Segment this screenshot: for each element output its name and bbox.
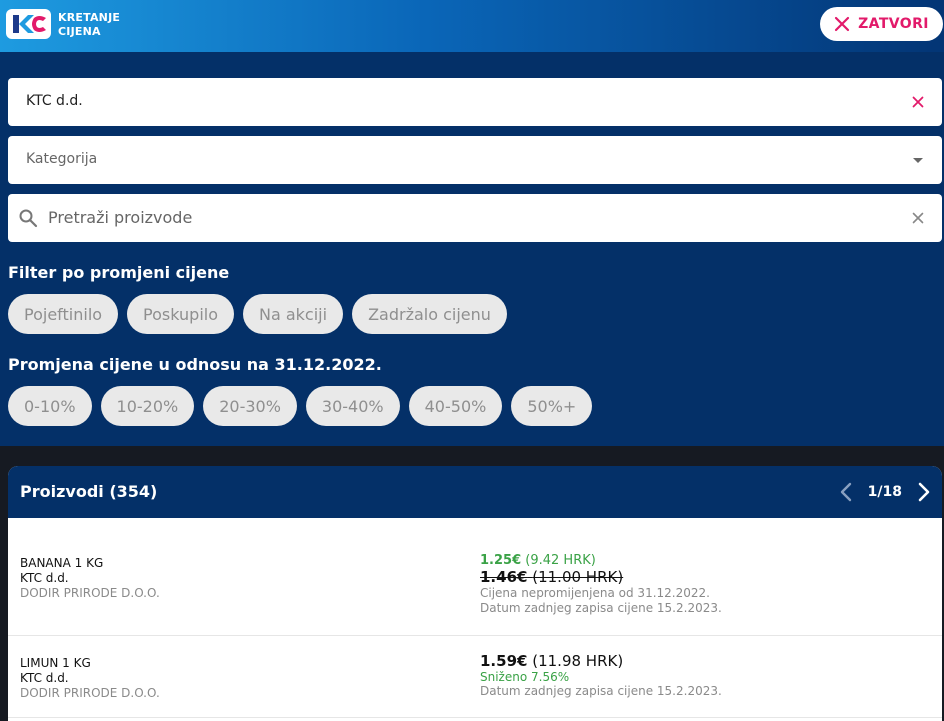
current-price-eur: 1.59€ <box>480 652 528 670</box>
chip-kept-price[interactable]: Zadržalo cijenu <box>352 294 507 334</box>
chip-more-expensive[interactable]: Poskupilo <box>127 294 234 334</box>
top-bar: KRETANJE CIJENA ZATVORI <box>0 0 944 52</box>
products-title: Proizvodi (354) <box>20 482 158 501</box>
category-placeholder: Kategorija <box>26 151 98 167</box>
store-value: KTC d.d. <box>26 93 83 109</box>
discount-badge: Sniženo 7.56% <box>480 670 570 684</box>
pagination: 1/18 <box>836 480 934 504</box>
close-icon <box>835 16 850 32</box>
chip-on-sale[interactable]: Na akciji <box>243 294 344 334</box>
clear-search-icon[interactable] <box>910 210 926 226</box>
store-select[interactable]: KTC d.d. <box>8 78 942 126</box>
chevron-down-icon <box>913 158 923 163</box>
current-price-eur: 1.25€ <box>480 553 522 568</box>
price-change-chips: Pojeftinilo Poskupilo Na akciji Zadržalo… <box>8 294 507 334</box>
price-note: Cijena nepromijenjena od 31.12.2022. <box>480 586 710 600</box>
close-button-label: ZATVORI <box>858 16 929 32</box>
category-select[interactable]: Kategorija <box>8 136 942 184</box>
product-name: LIMUN 1 KG <box>20 656 91 670</box>
chip-range-50-plus[interactable]: 50%+ <box>511 386 593 426</box>
product-supplier: DODIR PRIRODE D.O.O. <box>20 686 160 700</box>
product-price-block: 1.59€ (11.98 HRK) Sniženo 7.56% Datum za… <box>480 652 722 699</box>
product-supplier: DODIR PRIRODE D.O.O. <box>20 586 160 600</box>
chevron-left-icon[interactable] <box>836 480 856 504</box>
products-header: Proizvodi (354) 1/18 <box>8 466 942 518</box>
search-icon <box>19 209 38 228</box>
chip-range-0-10[interactable]: 0-10% <box>8 386 92 426</box>
current-price-hrk: (11.98 HRK) <box>532 652 624 670</box>
search-input[interactable]: Pretraži proizvode <box>48 208 192 227</box>
current-price: 1.59€ (11.98 HRK) <box>480 652 722 670</box>
current-price: 1.25€ (9.42 HRK) <box>480 553 722 568</box>
filter-panel: KTC d.d. Kategorija Pretraži proizvode F… <box>0 52 944 446</box>
clear-store-icon[interactable] <box>910 94 926 110</box>
page-indicator: 1/18 <box>867 484 902 500</box>
product-price-block: 1.25€ (9.42 HRK) 1.46€ (11.00 HRK) Cijen… <box>480 553 722 616</box>
chip-range-40-50[interactable]: 40-50% <box>408 386 503 426</box>
last-record-date: Datum zadnjeg zapisa cijene 15.2.2023. <box>480 684 722 698</box>
price-change-filter-title: Filter po promjeni cijene <box>8 263 230 282</box>
chevron-right-icon[interactable] <box>914 480 934 504</box>
product-store: KTC d.d. <box>20 671 69 685</box>
chip-range-20-30[interactable]: 20-30% <box>203 386 297 426</box>
last-record-date: Datum zadnjeg zapisa cijene 15.2.2023. <box>480 601 722 615</box>
search-field[interactable]: Pretraži proizvode <box>8 194 942 242</box>
product-name: BANANA 1 KG <box>20 556 104 570</box>
chip-range-30-40[interactable]: 30-40% <box>305 386 400 426</box>
kc-logo-icon[interactable] <box>6 9 51 39</box>
product-row[interactable]: BANANA 1 KG KTC d.d. DODIR PRIRODE D.O.O… <box>8 518 942 636</box>
old-price-hrk: (11.00 HRK) <box>532 568 624 586</box>
old-price-eur: 1.46€ <box>480 568 528 586</box>
old-price: 1.46€ (11.00 HRK) <box>480 568 722 586</box>
price-range-title: Promjena cijene u odnosu na 31.12.2022. <box>8 355 382 374</box>
brand-title: KRETANJE CIJENA <box>58 11 120 39</box>
products-card: Proizvodi (354) 1/18 BANANA 1 KG KTC d.d… <box>8 466 942 721</box>
current-price-hrk: (9.42 HRK) <box>525 553 596 568</box>
product-store: KTC d.d. <box>20 571 69 585</box>
brand-line-1: KRETANJE <box>58 11 121 24</box>
close-button[interactable]: ZATVORI <box>820 7 943 41</box>
brand-line-2: CIJENA <box>58 25 101 38</box>
product-row[interactable]: LIMUN 1 KG KTC d.d. DODIR PRIRODE D.O.O.… <box>8 636 942 718</box>
chip-range-10-20[interactable]: 10-20% <box>100 386 195 426</box>
price-range-chips: 0-10% 10-20% 20-30% 30-40% 40-50% 50%+ <box>8 386 593 426</box>
chip-cheaper[interactable]: Pojeftinilo <box>8 294 119 334</box>
